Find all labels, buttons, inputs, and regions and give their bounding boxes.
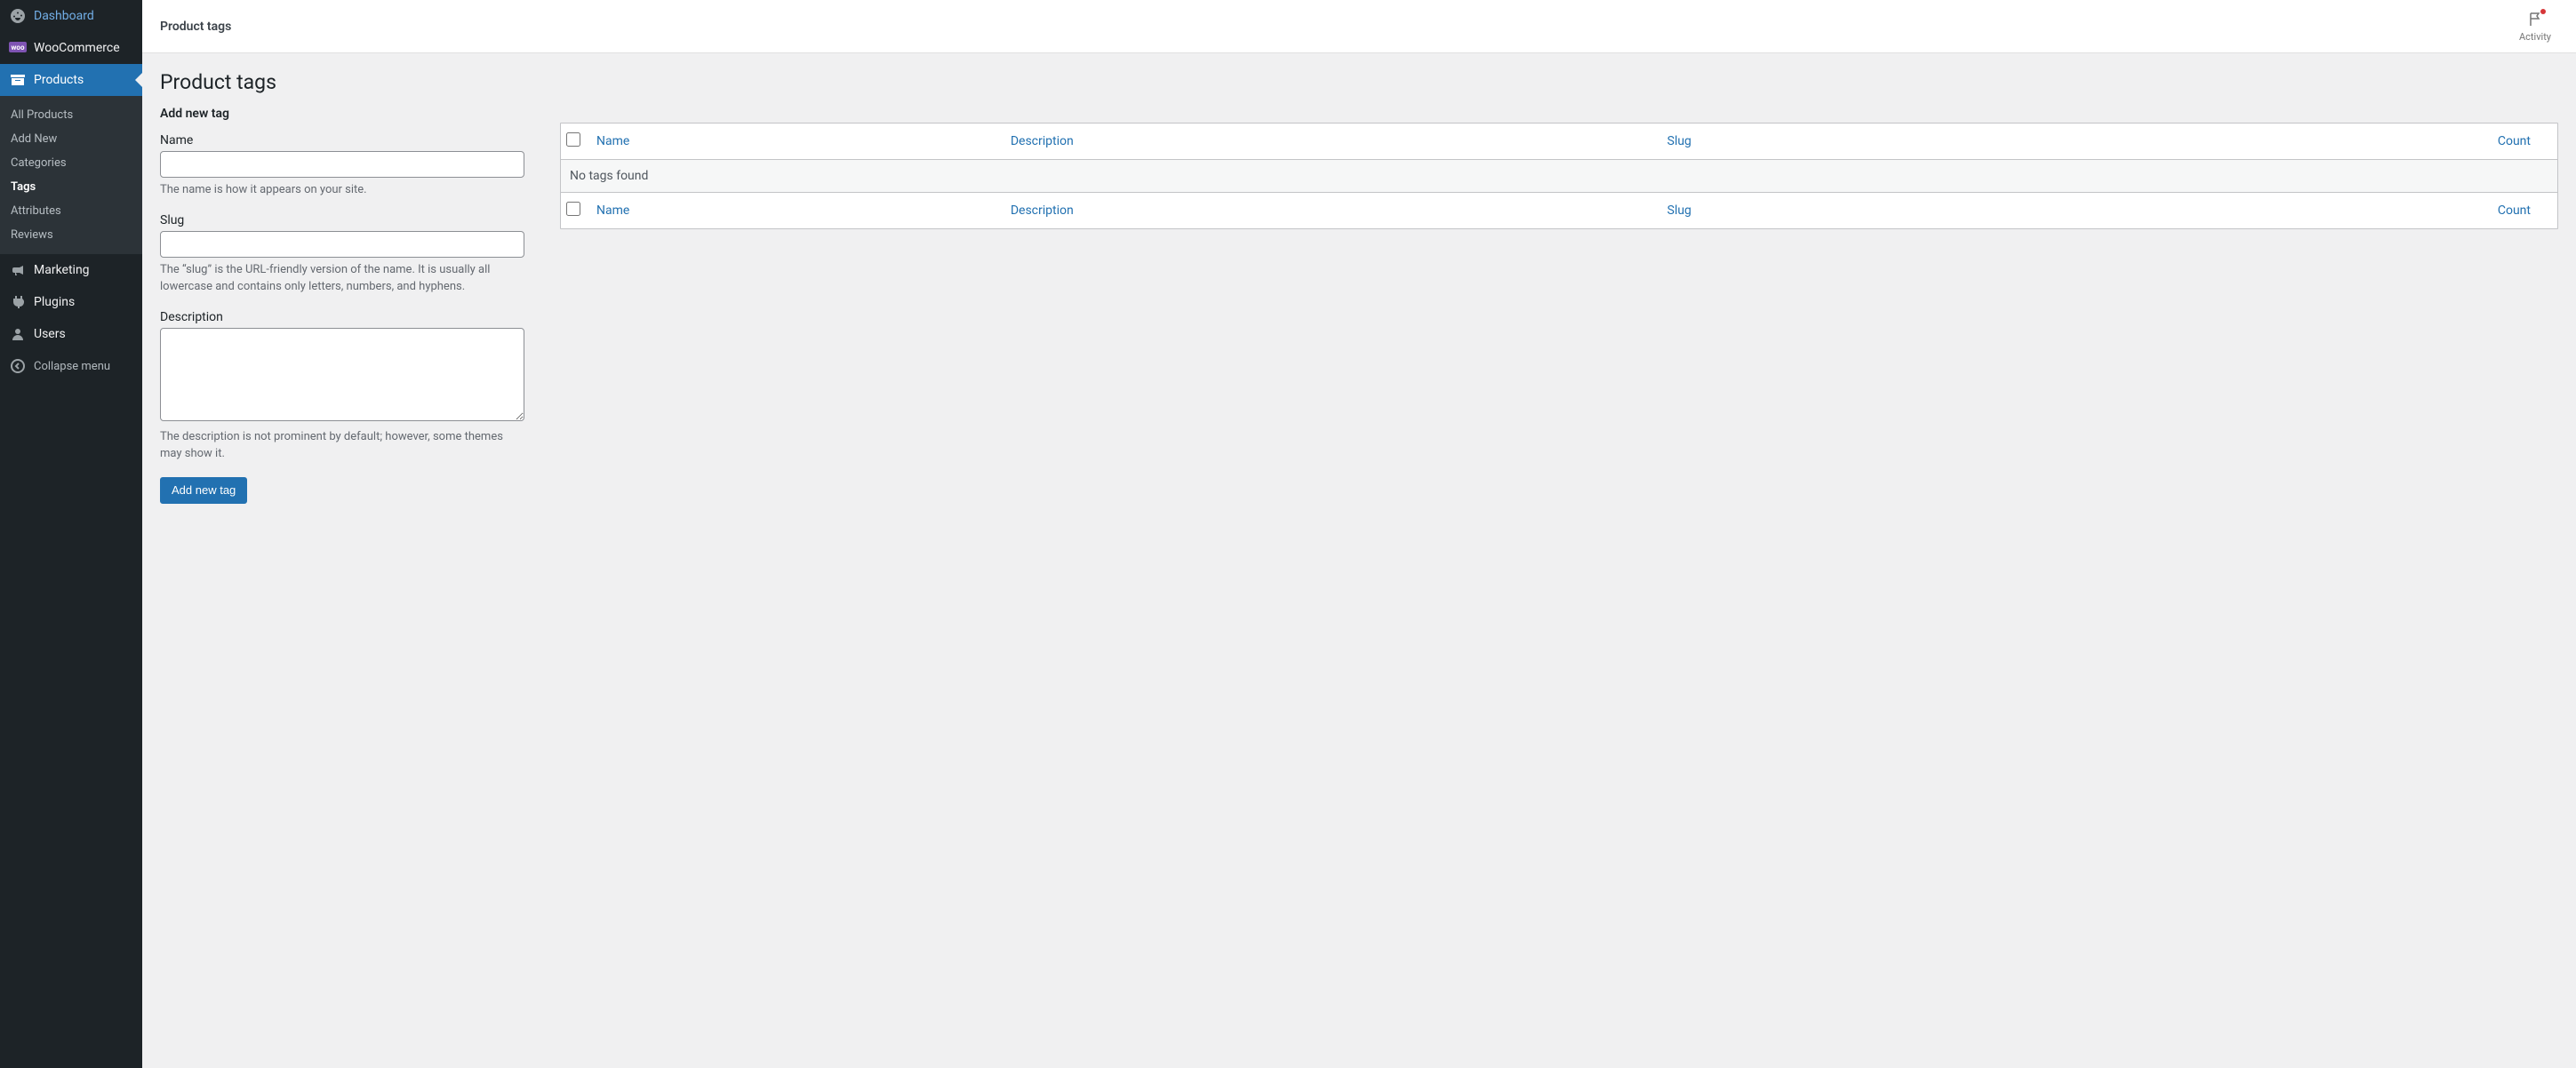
products-submenu: All Products Add New Categories Tags Att… [0,96,142,254]
description-input[interactable] [160,328,524,421]
column-footer-name[interactable]: Name [588,193,1002,228]
sidebar-item-label: Plugins [34,295,75,309]
dashboard-icon [9,7,27,25]
activity-button[interactable]: Activity [2512,7,2558,46]
topbar: Product tags Activity [142,0,2576,53]
sidebar-item-label: WooCommerce [34,41,120,55]
submenu-add-new[interactable]: Add New [0,127,142,151]
slug-label: Slug [160,213,524,227]
sidebar-item-label: Dashboard [34,9,94,23]
sidebar-item-products[interactable]: Products [0,64,142,96]
select-all-checkbox-bottom[interactable] [566,202,580,216]
submenu-attributes[interactable]: Attributes [0,199,142,223]
select-all-checkbox-top[interactable] [566,132,580,147]
collapse-icon [9,357,27,375]
form-heading: Add new tag [160,107,524,121]
name-label: Name [160,133,524,147]
user-icon [9,325,27,343]
slug-input[interactable] [160,231,524,258]
sidebar-item-plugins[interactable]: Plugins [0,286,142,318]
submenu-tags[interactable]: Tags [0,175,142,199]
column-footer-slug[interactable]: Slug [1659,193,2000,228]
column-footer-count[interactable]: Count [2000,193,2557,228]
column-footer-description[interactable]: Description [1002,193,1659,228]
archive-icon [9,71,27,89]
add-tag-form: Add new tag Name The name is how it appe… [160,107,524,504]
notification-dot [2540,9,2546,14]
name-input[interactable] [160,151,524,178]
column-header-slug[interactable]: Slug [1659,124,2000,159]
collapse-label: Collapse menu [34,360,110,373]
megaphone-icon [9,261,27,279]
svg-text:woo: woo [12,44,25,52]
collapse-menu-button[interactable]: Collapse menu [0,350,142,382]
sidebar-item-label: Marketing [34,263,90,277]
sidebar-item-woocommerce[interactable]: woo WooCommerce [0,32,142,64]
admin-sidebar: Dashboard woo WooCommerce Products All P… [0,0,142,1068]
column-header-count[interactable]: Count [2000,124,2557,159]
column-header-name[interactable]: Name [588,124,1002,159]
name-help: The name is how it appears on your site. [160,181,524,199]
description-label: Description [160,310,524,324]
slug-help: The “slug” is the URL-friendly version o… [160,261,524,296]
page-content: Product tags Add new tag Name The name i… [142,53,2576,522]
sidebar-item-label: Products [34,73,84,87]
sidebar-item-marketing[interactable]: Marketing [0,254,142,286]
plug-icon [9,293,27,311]
empty-message: No tags found [561,159,2557,193]
sidebar-item-users[interactable]: Users [0,318,142,350]
main-content: Product tags Activity Product tags Add n… [142,0,2576,1068]
submenu-reviews[interactable]: Reviews [0,223,142,247]
sidebar-item-label: Users [34,327,66,341]
column-header-description[interactable]: Description [1002,124,1659,159]
tags-table: Name Description Slug Count No tags foun… [560,123,2558,229]
submenu-categories[interactable]: Categories [0,151,142,175]
woo-icon: woo [9,39,27,57]
description-help: The description is not prominent by defa… [160,428,524,463]
add-tag-button[interactable]: Add new tag [160,477,247,504]
sidebar-item-dashboard[interactable]: Dashboard [0,0,142,32]
submenu-all-products[interactable]: All Products [0,103,142,127]
page-title: Product tags [160,62,2558,98]
flag-icon [2526,11,2544,31]
topbar-title: Product tags [160,20,231,34]
activity-label: Activity [2519,31,2551,43]
